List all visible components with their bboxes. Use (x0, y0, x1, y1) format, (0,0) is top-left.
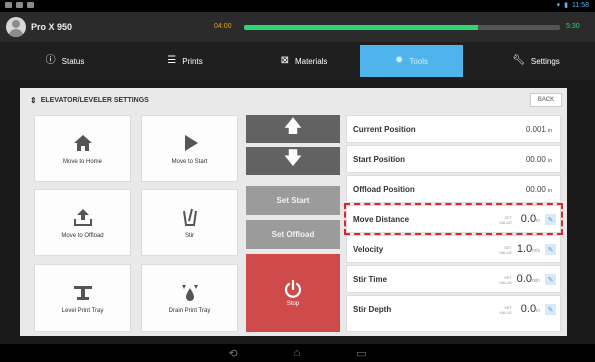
gear-icon: ✹ (394, 55, 404, 66)
set-offload-button[interactable]: Set Offload (246, 220, 340, 249)
velocity-value: 1.0 (516, 243, 533, 255)
device-name: Pro X 950 (31, 22, 73, 32)
arrow-down-icon: 🡇︎ (283, 148, 303, 168)
job-progress-bar (244, 25, 560, 30)
info-icon: ⓘ (45, 55, 56, 66)
move-down-button[interactable]: 🡇︎ (246, 147, 340, 175)
home-nav-icon[interactable]: ⌂ (294, 347, 301, 359)
offload-position-value: 00.00 (525, 185, 546, 194)
tab-prints[interactable]: ☰ Prints (150, 45, 220, 77)
wifi-icon: ▾ (556, 2, 561, 9)
pencil-icon: ✎ (547, 276, 554, 284)
avatar[interactable] (6, 17, 26, 37)
start-position-value: 00.00 (525, 155, 546, 164)
tab-status[interactable]: ⓘ Status (30, 45, 100, 77)
system-indicators: ▾ ▮ 11:58 (556, 1, 589, 10)
notification-icon (5, 2, 12, 8)
level-tray-icon (73, 286, 92, 300)
drain-print-tray-button[interactable]: Drain Print Tray (141, 264, 238, 332)
drain-icon (181, 285, 198, 301)
system-status-bar: ▾ ▮ 11:58 (0, 0, 595, 12)
tab-settings[interactable]: 🔧︎ Settings (496, 45, 576, 77)
stir-time-value: 0.0 (516, 273, 532, 285)
recents-nav-icon[interactable]: ▭ (356, 347, 366, 360)
move-distance-value: 0.0 (520, 213, 537, 225)
move-up-button[interactable]: 🡅︎ (246, 115, 340, 143)
edit-stir-depth-button[interactable]: ✎ (545, 304, 556, 315)
arrow-up-icon: 🡅︎ (283, 116, 303, 136)
wrench-icon: 🔧︎ (512, 55, 525, 66)
start-position-row: Start Position 00.00 in (346, 145, 561, 173)
power-icon (284, 279, 302, 298)
home-icon (73, 134, 92, 151)
move-to-home-button[interactable]: Move to Home (34, 115, 131, 182)
stir-depth-value: 0.0 (520, 303, 537, 315)
upload-icon (73, 208, 92, 226)
job-progress-fill (244, 25, 478, 30)
stir-button[interactable]: Stir (141, 189, 238, 256)
edit-move-distance-button[interactable]: ✎ (545, 214, 556, 225)
materials-icon: ⊠ (280, 55, 289, 66)
list-icon: ☰ (167, 55, 177, 66)
stir-icon (182, 208, 197, 226)
set-start-button[interactable]: Set Start (246, 186, 340, 215)
system-nav-bar: ⟲ ⌂ ▭ (0, 344, 595, 362)
elevator-icon: ⇕ (30, 96, 37, 105)
stir-depth-row[interactable]: Stir Depth SET VALUE 0.0in ✎ (346, 295, 561, 332)
tab-tools[interactable]: ✹ Tools (360, 45, 463, 77)
job-time-total: 5:30 (566, 23, 580, 30)
current-position-row: Current Position 0.001 in (346, 115, 561, 143)
panel-title: ⇕ ELEVATOR/LEVELER SETTINGS (30, 96, 149, 105)
notification-icon (27, 2, 34, 8)
current-position-value: 0.001 (525, 125, 546, 134)
notification-icon (16, 2, 23, 8)
edit-stir-time-button[interactable]: ✎ (545, 274, 556, 285)
level-print-tray-button[interactable]: Level Print Tray (34, 264, 131, 332)
main-tabs: ⓘ Status ☰ Prints ⊠ Materials ✹ Tools 🔧︎… (0, 42, 595, 80)
back-button[interactable]: BACK (530, 93, 562, 107)
battery-icon: ▮ (564, 2, 568, 9)
job-time-elapsed: 04:00 (214, 23, 232, 30)
edit-velocity-button[interactable]: ✎ (545, 244, 556, 255)
stir-time-row[interactable]: Stir Time SET VALUE 0.0min ✎ (346, 265, 561, 293)
pencil-icon: ✎ (547, 306, 554, 314)
velocity-row[interactable]: Velocity SET VALUE 1.0in/s ✎ (346, 235, 561, 263)
move-to-offload-button[interactable]: Move to Offload (34, 189, 131, 256)
pencil-icon: ✎ (547, 216, 554, 224)
move-distance-row[interactable]: Move Distance SET VALUE 0.0in ✎ (344, 203, 563, 235)
stop-button[interactable]: Stop (246, 254, 340, 332)
pencil-icon: ✎ (547, 246, 554, 254)
move-to-start-button[interactable]: Move to Start (141, 115, 238, 182)
title-bar: Pro X 950 04:00 5:30 (0, 12, 595, 42)
offload-position-row: Offload Position 00.00 in (346, 175, 561, 203)
tab-materials[interactable]: ⊠ Materials (266, 45, 342, 77)
clock: 11:58 (572, 1, 589, 9)
back-nav-icon[interactable]: ⟲ (228, 347, 237, 360)
play-icon (184, 134, 198, 151)
notification-icons (5, 2, 34, 8)
